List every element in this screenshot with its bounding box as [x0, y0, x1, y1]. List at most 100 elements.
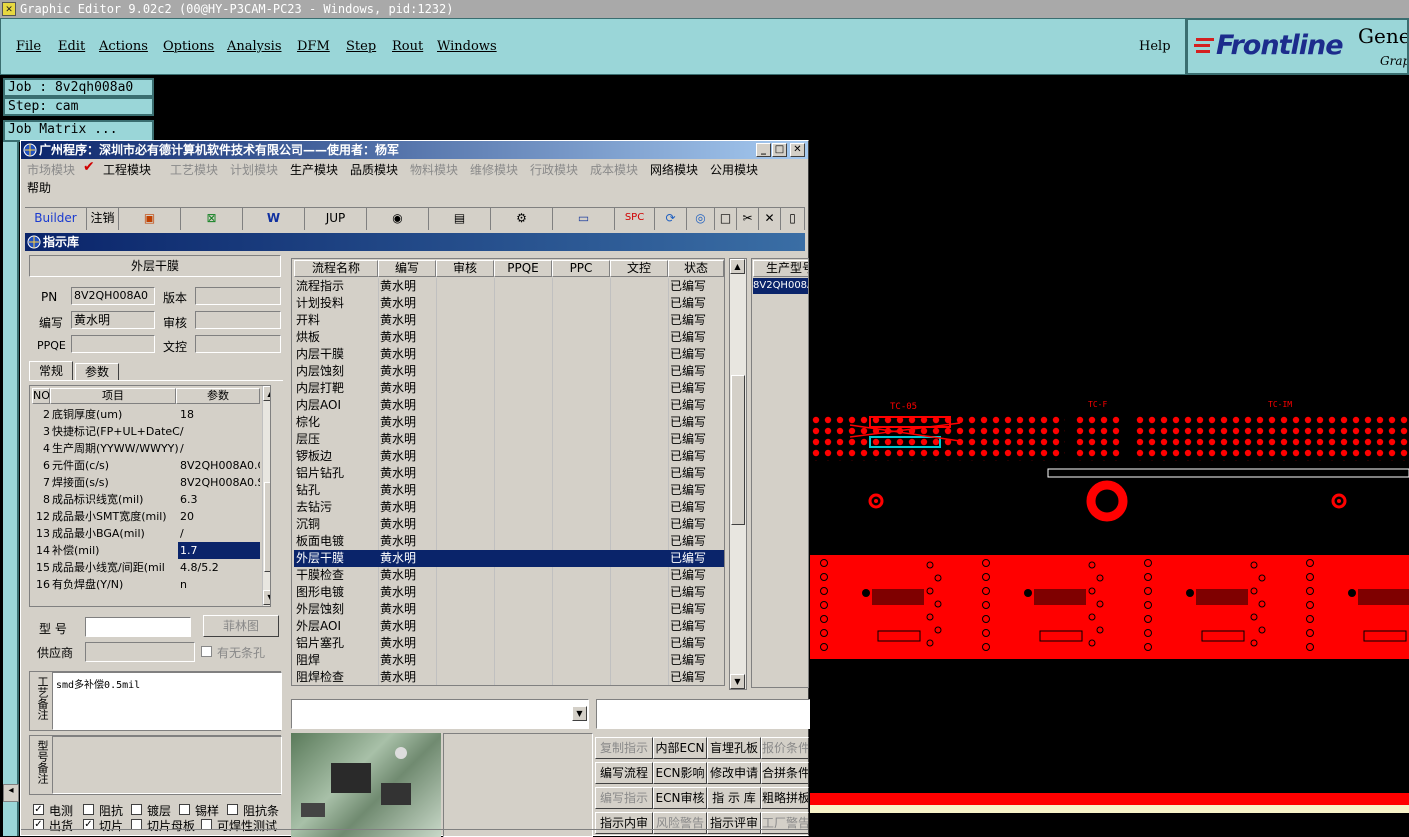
flow-row[interactable]: 锣板边黄水明已编写	[294, 448, 724, 465]
flow-header[interactable]: 文控	[610, 260, 668, 277]
module-quality[interactable]: 品质模块	[350, 161, 398, 178]
module-network[interactable]: 网络模块	[650, 161, 698, 178]
action-button[interactable]: 编写流程	[595, 762, 653, 784]
author-field[interactable]: 黄水明	[71, 311, 155, 329]
flow-row[interactable]: 阻焊检查黄水明已编写	[294, 669, 724, 686]
model-field[interactable]	[85, 617, 191, 637]
job-matrix-button[interactable]: Job Matrix ...	[3, 120, 154, 142]
app-close-icon[interactable]: ✕	[2, 2, 16, 16]
combo-dropdown-icon[interactable]: ▼	[572, 706, 587, 721]
param-value[interactable]: 8V2QH008A0.SS	[178, 474, 260, 491]
param-row[interactable]: 14补偿(mil)1.7	[32, 542, 260, 559]
module-cost[interactable]: 成本模块	[590, 161, 638, 178]
flow-row[interactable]: 内层蚀刻黄水明已编写	[294, 363, 724, 380]
flow-row[interactable]: 沉铜黄水明已编写	[294, 516, 724, 533]
prod-model-item[interactable]: 8V2QH008A0	[753, 278, 809, 294]
flow-row[interactable]: 图形电镀黄水明已编写	[294, 584, 724, 601]
flow-row[interactable]: 内层干膜黄水明已编写	[294, 346, 724, 363]
save-icon[interactable]: ▯	[781, 208, 805, 230]
module-market[interactable]: 市场模块	[27, 161, 75, 178]
flow-row[interactable]: 计划投料黄水明已编写	[294, 295, 724, 312]
action-button[interactable]: 指 示 库	[707, 787, 761, 809]
param-row[interactable]: 3快捷标记(FP+UL+DateC/	[32, 423, 260, 440]
flow-row[interactable]: 开料黄水明已编写	[294, 312, 724, 329]
jup-button[interactable]: JUP	[305, 208, 367, 230]
close-button[interactable]: ✕	[790, 143, 805, 157]
action-button[interactable]: 内部ECN	[653, 737, 707, 759]
param-value[interactable]: 20	[178, 508, 260, 525]
param-value[interactable]: n	[178, 576, 260, 593]
module-process[interactable]: 工艺模块	[170, 161, 218, 178]
doc-control-field[interactable]	[195, 335, 281, 353]
minimize-button[interactable]: _	[756, 143, 771, 157]
version-field[interactable]	[195, 287, 281, 305]
flow-header[interactable]: PPQE	[494, 260, 552, 277]
param-value[interactable]: 18	[178, 406, 260, 423]
flow-header[interactable]: 流程名称	[294, 260, 378, 277]
params-scrollbar[interactable]: ▲ ▼	[262, 386, 271, 606]
flow-row[interactable]: 铝片钻孔黄水明已编写	[294, 465, 724, 482]
action-button[interactable]: 合拼条件	[761, 762, 809, 784]
menu-rout[interactable]: Rout	[392, 39, 423, 54]
tab-params[interactable]: 参数	[75, 363, 119, 380]
flow-header[interactable]: 审核	[436, 260, 494, 277]
option-checkbox[interactable]	[227, 804, 238, 815]
spc-button[interactable]: SPC	[615, 208, 655, 230]
tab-general[interactable]: 常规	[29, 361, 73, 380]
param-value[interactable]: 8V2QH008A0.CS	[178, 457, 260, 474]
flow-row[interactable]: 内层打靶黄水明已编写	[294, 380, 724, 397]
action-button[interactable]: 盲埋孔板	[707, 737, 761, 759]
database-icon[interactable]: ▤	[429, 208, 491, 230]
search-combo[interactable]	[596, 699, 810, 729]
excel-icon[interactable]: ⊠	[181, 208, 243, 230]
side-scroll-icon[interactable]: ◂	[3, 784, 19, 802]
option-checkbox[interactable]	[131, 804, 142, 815]
param-value[interactable]: 1.7	[178, 542, 260, 559]
module-common[interactable]: 公用模块	[710, 161, 758, 178]
param-row[interactable]: 16有负焊盘(Y/N)n	[32, 576, 260, 593]
flow-row[interactable]: 烘板黄水明已编写	[294, 329, 724, 346]
network-icon[interactable]: ⚙	[491, 208, 553, 230]
menu-edit[interactable]: Edit	[58, 39, 85, 54]
menu-windows[interactable]: Windows	[437, 39, 497, 54]
flow-row[interactable]: 外层蚀刻黄水明已编写	[294, 601, 724, 618]
module-repair[interactable]: 维修模块	[470, 161, 518, 178]
menu-file[interactable]: File	[16, 39, 41, 54]
process-note-field[interactable]: smd多补偿0.5mil	[52, 672, 282, 730]
param-value[interactable]: /	[178, 525, 260, 542]
flow-header[interactable]: 编写	[378, 260, 436, 277]
action-button[interactable]: 复制指示	[595, 737, 653, 759]
flow-scroll-up-icon[interactable]: ▲	[730, 259, 745, 274]
option-checkbox[interactable]	[83, 804, 94, 815]
param-row[interactable]: 12成品最小SMT宽度(mil)20	[32, 508, 260, 525]
pcb-canvas[interactable]: TC-05 TC-F TC-IM	[810, 393, 1409, 813]
ppqe-field[interactable]	[71, 335, 155, 353]
pn-field[interactable]: 8V2QH008A0	[71, 287, 155, 305]
menu-dfm[interactable]: DFM	[297, 39, 330, 54]
delete-icon[interactable]: ✕	[759, 208, 781, 230]
refresh-icon[interactable]: ⟳	[655, 208, 687, 230]
builder-button[interactable]: Builder	[25, 208, 87, 230]
flow-row[interactable]: 铝片塞孔黄水明已编写	[294, 635, 724, 652]
option-checkbox[interactable]	[179, 804, 190, 815]
module-plan[interactable]: 计划模块	[230, 161, 278, 178]
param-row[interactable]: 7焊接面(s/s)8V2QH008A0.SS	[32, 474, 260, 491]
maximize-button[interactable]: □	[772, 143, 787, 157]
powerpoint-icon[interactable]: ▣	[119, 208, 181, 230]
action-button[interactable]: 编写指示	[595, 787, 653, 809]
flow-row[interactable]: 层压黄水明已编写	[294, 431, 724, 448]
scroll-up-icon[interactable]: ▲	[263, 386, 271, 401]
menu-analysis[interactable]: Analysis	[227, 39, 282, 54]
param-row[interactable]: 4生产周期(YYWW/WWYY)/	[32, 440, 260, 457]
flow-scroll-down-icon[interactable]: ▼	[730, 674, 745, 689]
flow-vscroll[interactable]: ▲ ▼	[729, 258, 747, 690]
flow-row[interactable]: 棕化黄水明已编写	[294, 414, 724, 431]
menu-help[interactable]: Help	[1139, 39, 1171, 54]
module-material[interactable]: 物料模块	[410, 161, 458, 178]
module-production[interactable]: 生产模块	[290, 161, 338, 178]
flow-row[interactable]: 外层AOI黄水明已编写	[294, 618, 724, 635]
option-checkbox[interactable]: ✓	[33, 804, 44, 815]
menu-options[interactable]: Options	[163, 39, 214, 54]
word-icon[interactable]: W	[243, 208, 305, 230]
param-value[interactable]: 6.3	[178, 491, 260, 508]
